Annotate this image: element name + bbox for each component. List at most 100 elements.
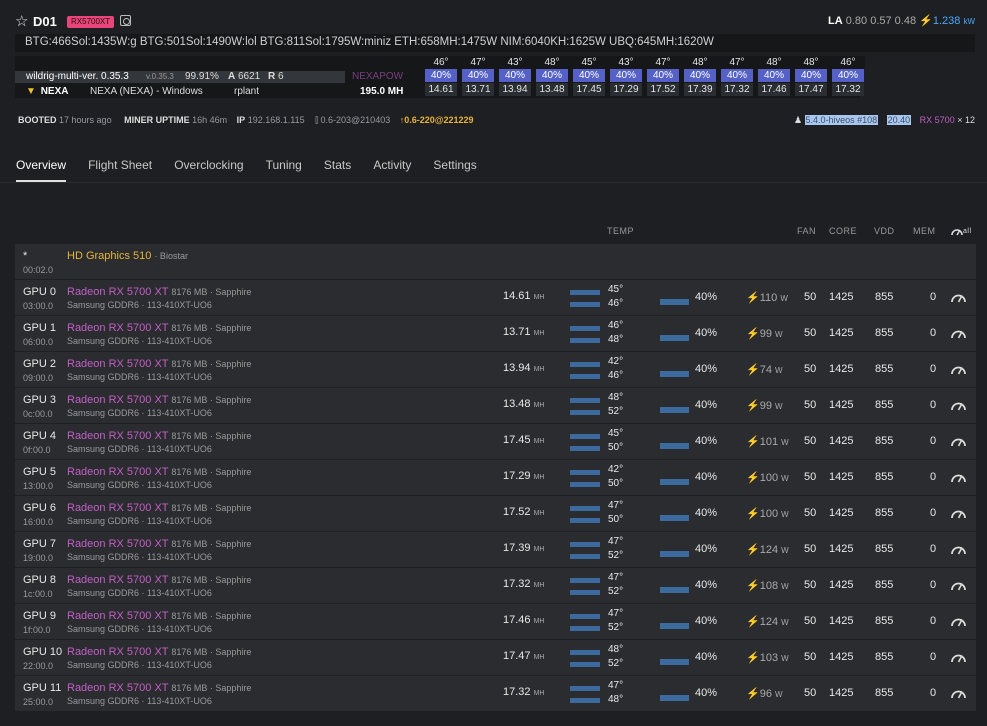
gpu-row[interactable]: GPU 6 16:00.0 Radeon RX 5700 XT 8176 MB · … <box>15 496 976 532</box>
gpu-row[interactable]: GPU 1 06:00.0 Radeon RX 5700 XT 8176 MB · … <box>15 316 976 352</box>
gpu-power: ⚡124 W <box>746 616 789 628</box>
lightning-icon: ⚡ <box>746 364 760 376</box>
gpu-row[interactable]: GPU 4 0f:00.0 Radeon RX 5700 XT 8176 MB · … <box>15 424 976 460</box>
gpu-id: GPU 0 <box>23 286 57 298</box>
gpu-row[interactable]: GPU 10 22:00.0 Radeon RX 5700 XT 8176 MB ·… <box>15 640 976 676</box>
oc-core: 1425 <box>829 615 854 627</box>
temp-bar-2 <box>570 698 600 703</box>
oc-fan: 50 <box>804 471 817 483</box>
gpu-hashrate: 17.32 MH <box>503 578 545 590</box>
oc-core: 1425 <box>829 291 854 303</box>
gpu-memory: Samsung GDDR6 · 113-410XT-UO6 <box>67 696 212 706</box>
tab-activity[interactable]: Activity <box>373 158 411 180</box>
gpu-power: ⚡100 W <box>746 472 789 484</box>
temp-bar-2 <box>570 302 600 307</box>
gpu-memory: Samsung GDDR6 · 113-410XT-UO6 <box>67 660 212 670</box>
oc-mem: 0 <box>930 291 937 303</box>
gpu-temp: 47° <box>608 680 624 691</box>
gpu-summary-1: 47° 40% 13.71 <box>461 56 495 96</box>
tune-gauge-icon[interactable] <box>950 434 967 448</box>
gpu-row[interactable]: GPU 11 25:00.0 Radeon RX 5700 XT 8176 MB ·… <box>15 676 976 712</box>
fan-bar <box>660 335 689 341</box>
tune-gauge-icon[interactable] <box>950 470 967 484</box>
temp-bar-2 <box>570 482 600 487</box>
gpu-model-summary: RX 5700 <box>919 115 955 125</box>
tune-gauge-icon[interactable] <box>950 650 967 664</box>
tab-settings[interactable]: Settings <box>433 158 476 180</box>
gpu-row[interactable]: GPU 3 0c:00.0 Radeon RX 5700 XT 8176 MB · … <box>15 388 976 424</box>
temp-bar-2 <box>570 374 600 379</box>
tune-gauge-icon[interactable] <box>950 362 967 376</box>
oc-core: 1425 <box>829 327 854 339</box>
temp-bar <box>570 434 600 439</box>
tune-gauge-icon[interactable] <box>950 614 967 628</box>
fan-percent: 40% <box>695 615 718 627</box>
gpu-summary-11: 46° 40% 17.32 <box>831 56 865 96</box>
la-label: LA <box>828 15 843 27</box>
oc-mem: 0 <box>930 543 937 555</box>
gpu-hashrate: 17.46 MH <box>503 614 545 626</box>
tune-gauge-icon[interactable] <box>950 398 967 412</box>
fan-percent: 40% <box>695 363 718 375</box>
tune-all-gauge-icon[interactable]: all <box>951 225 972 236</box>
tune-gauge-icon[interactable] <box>950 326 967 340</box>
strip-hash: 13.48 <box>536 83 568 96</box>
tab-stats[interactable]: Stats <box>324 158 351 180</box>
temp-bar-2 <box>570 554 600 559</box>
gpu-id: GPU 11 <box>23 682 62 694</box>
strip-fan: 40% <box>462 69 494 82</box>
tab-tuning[interactable]: Tuning <box>266 158 302 180</box>
oc-vdd: 855 <box>875 579 894 591</box>
gpu-row[interactable]: GPU 5 13:00.0 Radeon RX 5700 XT 8176 MB · … <box>15 460 976 496</box>
lightning-icon: ⚡ <box>746 580 760 592</box>
tab-overclocking[interactable]: Overclocking <box>174 158 243 180</box>
gpu-id: GPU 5 <box>23 466 57 478</box>
strip-hash: 17.46 <box>758 83 790 96</box>
tune-gauge-icon[interactable] <box>950 686 967 700</box>
tune-gauge-icon[interactable] <box>950 542 967 556</box>
tune-gauge-icon[interactable] <box>950 506 967 520</box>
gpu-bus: 0c:00.0 <box>23 409 53 419</box>
upgrade-version[interactable]: 0.6-220@221229 <box>404 115 473 125</box>
lightning-icon: ⚡ <box>746 292 760 304</box>
gpu-id: GPU 6 <box>23 502 57 514</box>
gpu-temp: 45° <box>608 284 624 295</box>
strip-hash: 17.32 <box>721 83 753 96</box>
worker-name: D01 <box>33 14 57 29</box>
gpu-power: ⚡110 W <box>746 292 788 304</box>
remote-access-icon[interactable] <box>120 15 131 26</box>
miner-name[interactable]: wildrig-multi-ver. 0.35.3 <box>26 71 129 82</box>
igpu-name: HD Graphics 510 · Biostar <box>67 250 188 262</box>
power-total: 1.238 <box>932 15 961 27</box>
temp-bar <box>570 362 600 367</box>
gpu-name: Radeon RX 5700 XT 8176 MB · Sapphire <box>67 430 252 442</box>
gpu-power: ⚡96 W <box>746 688 783 700</box>
favorite-star-icon[interactable]: ☆ <box>15 12 28 30</box>
strip-temp: 46° <box>831 56 865 69</box>
worker-tag-badge[interactable]: RX5700XT <box>67 16 115 28</box>
gpu-row[interactable]: GPU 9 1f:00.0 Radeon RX 5700 XT 8176 MB · … <box>15 604 976 640</box>
gpu-row[interactable]: GPU 2 09:00.0 Radeon RX 5700 XT 8176 MB · … <box>15 352 976 388</box>
gpu-hashrate: 13.94 MH <box>503 362 545 374</box>
oc-vdd: 855 <box>875 435 894 447</box>
tab-overview[interactable]: Overview <box>16 158 67 182</box>
gpu-hashrate: 13.48 MH <box>503 398 545 410</box>
temp-bar-2 <box>570 410 600 415</box>
strip-temp: 46° <box>424 56 458 69</box>
tab-flight-sheet[interactable]: Flight Sheet <box>88 158 152 180</box>
lightning-icon: ⚡ <box>919 15 933 27</box>
gpu-name: Radeon RX 5700 XT 8176 MB · Sapphire <box>67 466 252 478</box>
oc-vdd: 855 <box>875 291 894 303</box>
gpu-row[interactable]: GPU 7 19:00.0 Radeon RX 5700 XT 8176 MB · … <box>15 532 976 568</box>
gpu-mem-temp: 50° <box>608 478 624 489</box>
gpu-row[interactable]: GPU 8 1c:00.0 Radeon RX 5700 XT 8176 MB · … <box>15 568 976 604</box>
gpu-temp: 48° <box>608 392 624 403</box>
tune-gauge-icon[interactable] <box>950 290 967 304</box>
oc-vdd: 855 <box>875 615 894 627</box>
strip-fan: 40% <box>684 69 716 82</box>
tune-gauge-icon[interactable] <box>950 578 967 592</box>
gpu-power: ⚡108 W <box>746 580 789 592</box>
gpu-row[interactable]: GPU 0 03:00.0 Radeon RX 5700 XT 8176 MB · … <box>15 280 976 316</box>
temp-bar <box>570 650 600 655</box>
strip-temp: 48° <box>535 56 569 69</box>
